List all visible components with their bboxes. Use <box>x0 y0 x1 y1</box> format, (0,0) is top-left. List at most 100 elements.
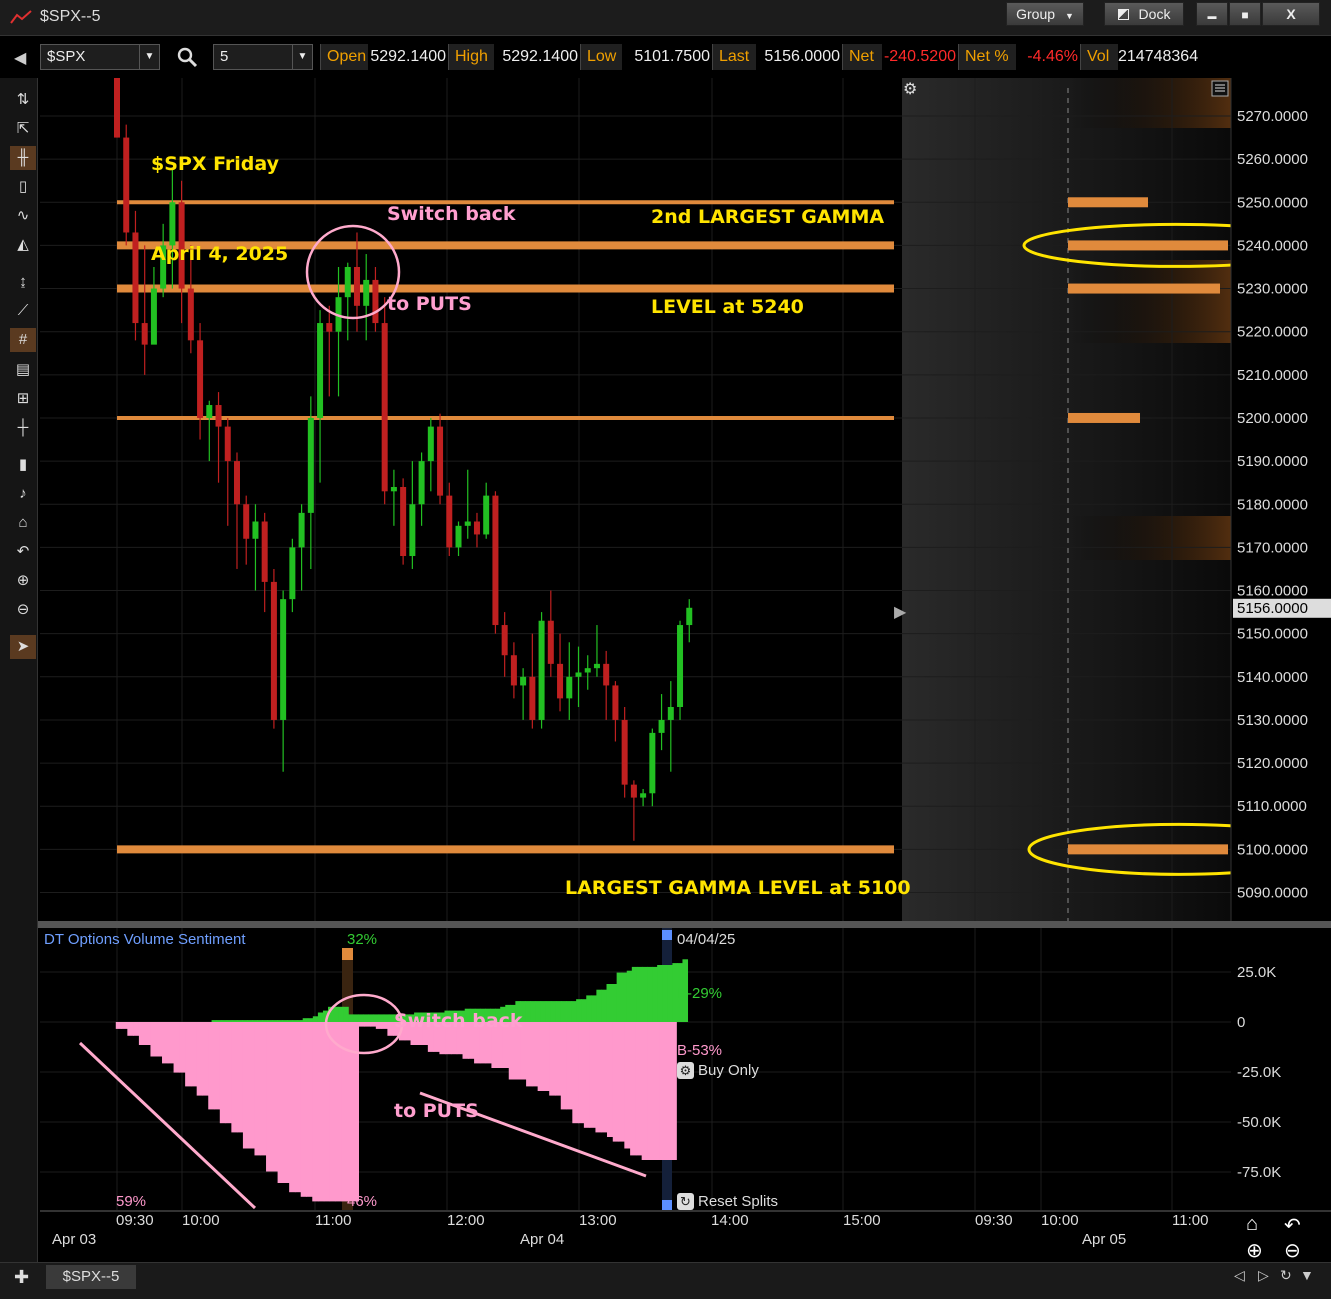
collapse-left-icon[interactable]: ◀ <box>14 48 26 68</box>
call-volume-bar <box>601 989 608 1022</box>
candle-body <box>298 512 305 548</box>
chevron-down-icon[interactable]: ▼ <box>292 45 312 69</box>
refresh-icon[interactable]: ↻ <box>1280 1267 1292 1284</box>
candle-body <box>640 793 647 798</box>
call-volume-bar <box>530 1001 537 1022</box>
call-volume-bar <box>378 1014 385 1022</box>
chevron-down-icon[interactable]: ▼ <box>1300 1267 1314 1283</box>
candle-body <box>344 266 351 298</box>
undo-icon[interactable]: ↶ <box>10 540 36 564</box>
put-volume-bar <box>162 1022 169 1064</box>
zoom-out-icon[interactable]: ⊖ <box>10 598 36 622</box>
maximize-button[interactable]: ■ <box>1229 2 1261 26</box>
put-volume-bar <box>560 1022 568 1110</box>
trend-line-icon[interactable]: ⟋ <box>10 299 36 323</box>
put-volume-bar <box>208 1022 215 1110</box>
candle-body <box>215 405 222 427</box>
candle-body <box>317 323 324 418</box>
undo-icon[interactable]: ↶ <box>1284 1213 1301 1238</box>
minimize-button[interactable]: ▬ <box>1196 2 1228 26</box>
symbol-input[interactable]: $SPX ▼ <box>40 44 160 70</box>
sentiment-axis-label: 0 <box>1237 1014 1245 1031</box>
chevron-down-icon[interactable]: ▼ <box>139 45 159 69</box>
dock-button[interactable]: Dock <box>1104 2 1184 26</box>
price-axis-label: 5120.0000 <box>1237 755 1308 772</box>
search-icon[interactable] <box>176 46 198 73</box>
crosshair-icon[interactable]: ┼ <box>10 416 36 440</box>
switch-puts-annotation: Switch back to PUTS <box>387 139 516 349</box>
candle-body <box>437 426 444 496</box>
call-volume-bar <box>236 1020 243 1022</box>
quote-label: Net % <box>958 44 1016 70</box>
pane-divider[interactable] <box>38 921 1331 928</box>
time-axis-label: 10:00 <box>1041 1212 1079 1229</box>
put-volume-bar <box>358 1022 365 1027</box>
area-chart-icon[interactable]: ◭ <box>10 233 36 257</box>
bar-chart-icon[interactable]: ▯ <box>10 175 36 199</box>
call-volume-bar <box>636 966 643 1022</box>
home-icon[interactable]: ⌂ <box>10 511 36 535</box>
put-volume-bar <box>185 1022 192 1087</box>
move-cursor-icon[interactable]: ⇅ <box>10 88 36 112</box>
pan-icon[interactable]: ⇱ <box>10 117 36 141</box>
add-tab-icon[interactable]: ✚ <box>14 1267 29 1288</box>
group-dropdown-button[interactable]: Group ▼ <box>1006 2 1084 26</box>
tab-spx[interactable]: $SPX--5 <box>46 1265 136 1289</box>
zoom-in-icon[interactable]: ⊕ <box>10 569 36 593</box>
note-icon[interactable]: ♪ <box>10 482 36 506</box>
expand-right-icon[interactable]: ▶ <box>894 604 907 621</box>
interval-input[interactable]: 5 ▼ <box>213 44 313 70</box>
call-volume-bar <box>226 1020 233 1022</box>
zoom-in-icon[interactable]: ⊕ <box>1246 1238 1263 1263</box>
symbol-value: $SPX <box>47 48 86 65</box>
put-volume-bar <box>635 1022 643 1156</box>
grid-small-icon[interactable]: ⊞ <box>10 387 36 411</box>
call-volume-bar <box>307 1018 314 1022</box>
call-volume-bar <box>302 1018 309 1022</box>
candlestick-icon[interactable]: ╫ <box>10 146 36 170</box>
candle-body <box>307 417 314 513</box>
line-chart-icon[interactable]: ∿ <box>10 204 36 228</box>
candle-body <box>612 685 619 720</box>
candle-body <box>243 504 250 539</box>
put-volume-bar <box>647 1022 654 1160</box>
annotation-line: to PUTS <box>387 293 472 315</box>
close-button[interactable]: X <box>1262 2 1320 26</box>
call-volume-bar <box>241 1020 248 1022</box>
price-axis-label: 5100.0000 <box>1237 841 1308 858</box>
scroll-left-icon[interactable]: ◁ <box>1234 1267 1245 1284</box>
vertical-scale-icon[interactable]: ↨ <box>10 270 36 294</box>
candle-body <box>289 547 296 600</box>
zoom-out-icon[interactable]: ⊖ <box>1284 1238 1301 1263</box>
annotation-line: $SPX Friday <box>151 153 279 175</box>
reset-splits-button[interactable]: ↻ Reset Splits <box>677 1193 778 1210</box>
call-volume-bar <box>353 1014 359 1022</box>
table-icon[interactable]: ▤ <box>10 358 36 382</box>
grid-icon[interactable]: # <box>10 328 36 352</box>
candle-body <box>141 323 148 345</box>
time-axis-label: 11:00 <box>315 1212 352 1229</box>
call-volume-bar <box>292 1020 299 1022</box>
call-volume-bar <box>652 966 658 1022</box>
candle-body <box>132 232 139 324</box>
call-volume-bar <box>626 970 633 1022</box>
put-volume-bar <box>150 1022 157 1057</box>
gear-icon[interactable]: ⚙ <box>903 81 917 98</box>
candle-body <box>123 137 130 233</box>
home-icon[interactable]: ⌂ <box>1246 1213 1258 1236</box>
pin-icon[interactable]: ▮ <box>10 453 36 477</box>
call-volume-bar <box>312 1016 319 1022</box>
last-price-label: 5156.0000 <box>1237 600 1308 617</box>
buy-only-button[interactable]: ⚙ Buy Only <box>677 1062 759 1079</box>
gamma-bar <box>1068 283 1220 294</box>
call-volume-bar <box>540 1001 547 1022</box>
quote-value: 5156.0000 <box>756 44 842 70</box>
put-volume-bar <box>370 1022 377 1027</box>
put-volume-bar <box>670 1022 677 1160</box>
window-title: $SPX--5 <box>40 8 101 25</box>
buy-only-label: Buy Only <box>698 1062 759 1079</box>
pointer-icon[interactable]: ➤ <box>10 635 36 659</box>
scroll-right-icon[interactable]: ▷ <box>1258 1267 1269 1284</box>
put-volume-bar <box>219 1022 227 1124</box>
candle-body <box>492 495 499 626</box>
